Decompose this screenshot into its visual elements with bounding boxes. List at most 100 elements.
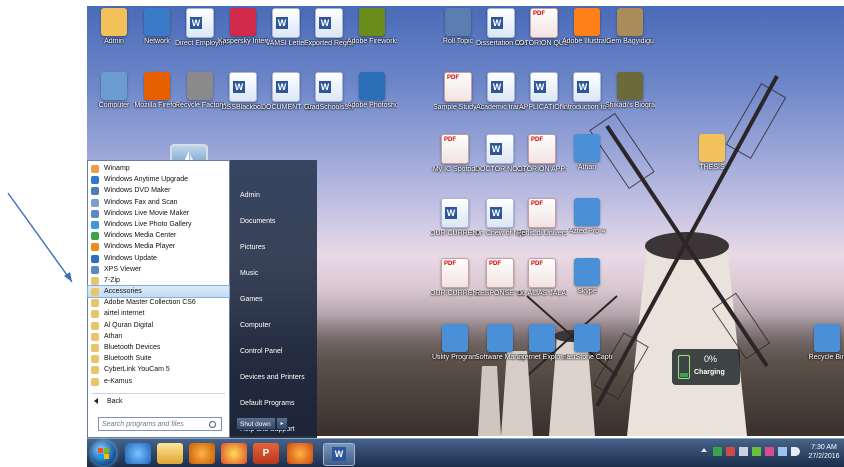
clock-date: 27/2/2016 bbox=[808, 453, 840, 460]
pdf-icon bbox=[441, 258, 469, 288]
program-label: Winamp bbox=[104, 165, 130, 172]
program-item[interactable]: Adobe Master Collection CS6 bbox=[88, 297, 229, 308]
powerpoint-icon[interactable]: P bbox=[253, 443, 279, 464]
program-label: Accessories bbox=[104, 288, 142, 296]
desktop-icon[interactable]: Athan bbox=[562, 134, 612, 184]
program-item[interactable]: CyberLink YouCam 5 bbox=[88, 364, 229, 375]
desktop-icon[interactable]: Adobe Fireworks... bbox=[347, 8, 397, 58]
program-item[interactable]: Windows DVD Maker bbox=[88, 185, 229, 196]
start-menu-link[interactable]: Admin bbox=[230, 183, 317, 209]
desktop-icon[interactable]: OTORION APPROV.pdf bbox=[517, 134, 567, 184]
back-button[interactable]: Back bbox=[94, 398, 123, 405]
desktop-icon[interactable]: Utility Program bbox=[430, 324, 480, 374]
start-menu-link[interactable]: Control Panel bbox=[230, 339, 317, 365]
program-item[interactable]: 7-Zip bbox=[88, 275, 229, 286]
program-item[interactable]: Athan bbox=[88, 331, 229, 342]
tray-flag-icon[interactable] bbox=[726, 447, 735, 456]
program-icon bbox=[91, 321, 99, 330]
bluetooth-tray-icon[interactable] bbox=[778, 447, 787, 456]
desktop-icon[interactable]: FastStone Capture bbox=[562, 324, 612, 374]
battery-tray-icon[interactable] bbox=[752, 447, 761, 456]
desktop-icon[interactable]: Shikadi's Biography... bbox=[605, 72, 655, 122]
desktop-icon[interactable]: OUR CURRENT... bbox=[430, 258, 480, 308]
desktop-icon[interactable]: Internet Explorer bbox=[517, 324, 567, 374]
program-item[interactable]: e-Kamus bbox=[88, 376, 229, 387]
windows-explorer-icon[interactable] bbox=[157, 443, 183, 464]
program-icon bbox=[91, 332, 99, 341]
start-menu-link[interactable]: Games bbox=[230, 287, 317, 313]
desktop-icon-label: Recycle Bin bbox=[808, 354, 844, 361]
start-menu-link[interactable]: Default Programs bbox=[230, 391, 317, 417]
program-item[interactable]: Windows Live Photo Gallery bbox=[88, 219, 229, 230]
desktop-icon[interactable]: Adobe Photoshop... bbox=[347, 72, 397, 122]
program-icon bbox=[91, 366, 99, 375]
shutdown-options-button[interactable]: ▸ bbox=[276, 417, 288, 430]
tray-monitor-icon[interactable] bbox=[739, 447, 748, 456]
back-arrow-icon bbox=[94, 398, 98, 405]
media-player-icon[interactable] bbox=[189, 443, 215, 464]
divider bbox=[92, 393, 225, 394]
internet-explorer-icon[interactable] bbox=[125, 443, 151, 464]
desktop-icon-label: Shikadi's Biography... bbox=[605, 102, 655, 109]
program-item[interactable]: Al Quran Digital bbox=[88, 320, 229, 331]
chrome-icon[interactable] bbox=[221, 443, 247, 464]
program-item[interactable]: XPS Viewer bbox=[88, 264, 229, 275]
desktop-icon-label: My IC Spotpdf bbox=[432, 166, 478, 173]
program-item[interactable]: Windows Media Center bbox=[88, 230, 229, 241]
volume-icon[interactable] bbox=[791, 447, 800, 456]
word-icon bbox=[573, 72, 601, 102]
start-menu-link[interactable]: Music bbox=[230, 261, 317, 287]
firefox-icon[interactable] bbox=[287, 443, 313, 464]
desktop-icon-label: OUR CURRENT... bbox=[430, 290, 480, 297]
app-icon bbox=[487, 324, 513, 352]
search-input[interactable]: Search programs and files bbox=[98, 417, 222, 431]
program-item[interactable]: Windows Fax and Scan bbox=[88, 197, 229, 208]
desktop-icon[interactable]: Dr. ALIAS JALAL bbox=[517, 258, 567, 308]
program-item[interactable]: Winamp bbox=[88, 163, 229, 174]
program-item[interactable]: Windows Update bbox=[88, 253, 229, 264]
shutdown-button[interactable]: Shut down bbox=[236, 417, 276, 430]
program-icon bbox=[91, 243, 99, 252]
network-tray-icon[interactable] bbox=[765, 447, 774, 456]
desktop-icon[interactable]: Skype bbox=[562, 258, 612, 308]
desktop-icon[interactable]: Aztec Pro-4 bbox=[562, 198, 612, 248]
desktop-icon[interactable]: Perlis di University... bbox=[517, 198, 567, 248]
start-menu-link[interactable]: Devices and Printers bbox=[230, 365, 317, 391]
program-label: Adobe Master Collection CS6 bbox=[104, 299, 196, 307]
battery-icon bbox=[678, 355, 690, 379]
start-menu-link[interactable]: Documents bbox=[230, 209, 317, 235]
desktop-icon[interactable]: OUR CURRENT... bbox=[430, 198, 480, 248]
word-taskbar-button[interactable]: W bbox=[323, 443, 355, 466]
word-icon bbox=[272, 8, 300, 38]
program-icon bbox=[91, 209, 99, 218]
program-label: Windows Update bbox=[104, 254, 157, 262]
desktop-icon-label: FastStone Capture bbox=[562, 354, 612, 361]
program-item[interactable]: Windows Live Movie Maker bbox=[88, 208, 229, 219]
back-label: Back bbox=[107, 398, 123, 405]
program-item[interactable]: airtel internet bbox=[88, 308, 229, 319]
desktop-icon-label: OUR CURRENT... bbox=[430, 230, 480, 237]
desktop-icon-label: Perlis di University... bbox=[517, 230, 567, 237]
show-hidden-icons-icon[interactable] bbox=[701, 448, 709, 456]
program-item[interactable]: Accessories bbox=[87, 285, 230, 299]
start-menu-link[interactable]: Pictures bbox=[230, 235, 317, 261]
screenshot: AdminNetworkDirect Employm...Kaspersky I… bbox=[0, 0, 844, 467]
program-item[interactable]: Windows Media Player bbox=[88, 241, 229, 252]
word-icon bbox=[315, 72, 343, 102]
desktop-icon[interactable]: My IC Spotpdf bbox=[430, 134, 480, 184]
desktop-icon[interactable]: THESIS bbox=[687, 134, 737, 184]
desktop-icon-label: Dr. ALIAS JALAL bbox=[517, 290, 567, 297]
tray-app-icon[interactable] bbox=[713, 447, 722, 456]
start-menu-link[interactable]: Computer bbox=[230, 313, 317, 339]
program-label: XPS Viewer bbox=[104, 265, 142, 273]
clock[interactable]: 7:30 AM 27/2/2016 bbox=[805, 443, 843, 461]
program-item[interactable]: Bluetooth Suite bbox=[88, 353, 229, 364]
app-icon bbox=[574, 198, 600, 226]
app-icon bbox=[529, 324, 555, 352]
desktop-icon[interactable]: Recycle Bin bbox=[802, 324, 844, 374]
desktop-icon[interactable]: Gem Bagyidigu bbox=[605, 8, 655, 58]
program-item[interactable]: Bluetooth Devices bbox=[88, 342, 229, 353]
start-button[interactable] bbox=[91, 441, 116, 466]
program-label: Al Quran Digital bbox=[104, 321, 154, 329]
program-item[interactable]: Windows Anytime Upgrade bbox=[88, 174, 229, 185]
